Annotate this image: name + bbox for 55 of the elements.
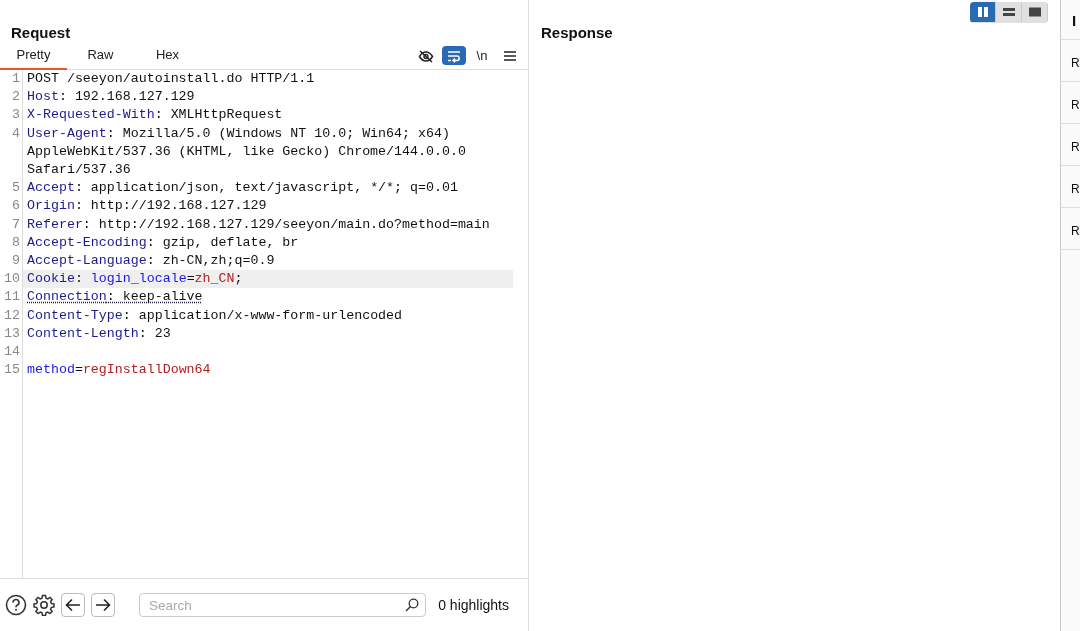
line-number: 4 — [11, 124, 21, 143]
code-line: POST /seeyon/autoinstall.do HTTP/1.1 — [26, 70, 316, 88]
code-line: Content-Length: 23 — [26, 324, 172, 343]
list-item[interactable]: R — [1071, 140, 1080, 154]
line-number: 6 — [11, 197, 21, 216]
code-line: Host: 192.168.127.129 — [26, 88, 196, 107]
panel-title: I — [1072, 12, 1077, 29]
line-number: 8 — [11, 233, 21, 252]
hide-icon — [418, 47, 434, 64]
left-arrow-icon — [65, 598, 81, 612]
search-field[interactable]: Search — [139, 593, 426, 617]
layout-icon — [1000, 5, 1017, 19]
back-button[interactable] — [61, 593, 85, 617]
wrap-toggle[interactable] — [442, 46, 466, 65]
list-item[interactable]: R — [1071, 98, 1080, 112]
panel-title: Request — [10, 24, 72, 42]
list-item[interactable]: R — [1071, 182, 1080, 196]
layout-icon — [1026, 5, 1043, 19]
layout-button[interactable] — [970, 2, 996, 22]
search-icon — [405, 598, 419, 612]
right-arrow-icon — [95, 598, 111, 612]
code-line: Connection: keep-alive — [26, 288, 204, 307]
line-number: 14 — [3, 343, 21, 362]
code-line: method=regInstallDown64 — [26, 361, 212, 380]
code-line: Accept-Language: zh-CN,zh;q=0.9 — [26, 252, 276, 271]
code-line: User-Agent: Mozilla/5.0 (Windows NT 10.0; Win64; x64) AppleWebKit/537.36 (KHTML, like Gecko) Chrome/144.0.0.0 Safari/537.36 — [26, 124, 467, 179]
code-line: Accept-Encoding: gzip, deflate, br — [26, 233, 300, 252]
code-line: Cookie: login_locale=zh_CN; — [26, 270, 244, 289]
line-number: 12 — [3, 306, 21, 325]
code-line: Referer: http://192.168.127.129/seeyon/main.do?method=main — [26, 215, 491, 234]
tab[interactable]: Hex — [134, 44, 201, 70]
code-line: Origin: http://192.168.127.129 — [26, 197, 268, 216]
settings-icon[interactable] — [33, 594, 55, 616]
line-number: 15 — [3, 361, 21, 380]
line-number: 2 — [11, 88, 21, 107]
tab[interactable]: Pretty — [0, 44, 67, 70]
help-icon[interactable] — [5, 594, 27, 616]
highlights-count: 0 highlights — [438, 595, 509, 615]
line-number: 7 — [11, 215, 21, 234]
forward-button[interactable] — [91, 593, 115, 617]
line-number: 3 — [11, 106, 21, 125]
line-number: 5 — [11, 179, 21, 198]
line-number: 13 — [3, 324, 21, 343]
line-number: 11 — [3, 288, 21, 307]
code-line: Content-Type: application/x-www-form-urlencoded — [26, 306, 404, 325]
code-line: X-Requested-With: XMLHttpRequest — [26, 106, 284, 125]
list-item[interactable]: R — [1071, 56, 1080, 70]
line-number: 9 — [11, 252, 21, 271]
tab[interactable]: Raw — [67, 44, 134, 70]
list-item[interactable]: R — [1071, 224, 1080, 238]
code-line: Accept: application/json, text/javascript, */*; q=0.01 — [26, 179, 459, 198]
line-number: 10 — [3, 270, 21, 289]
line-number: 1 — [11, 70, 21, 88]
panel-title: Response — [540, 24, 614, 42]
newline-toggle[interactable]: \n — [470, 46, 494, 65]
